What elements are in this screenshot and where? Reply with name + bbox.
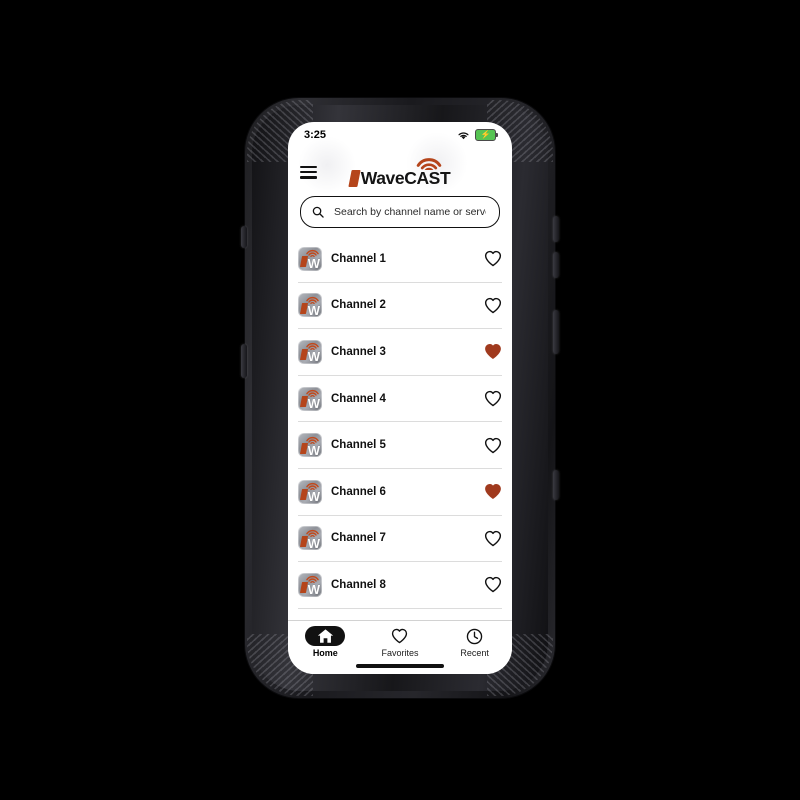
logo-wifi-arcs-icon [417,157,442,170]
nav-icon-pill [380,626,420,646]
hamburger-line-3 [300,175,317,179]
side-button-power[interactable] [553,310,559,354]
battery-charging-icon: ⚡ [475,129,498,141]
wifi-icon [458,131,469,139]
channel-name: Channel 6 [331,485,386,498]
channel-name: Channel 7 [331,532,386,545]
channel-row[interactable]: W Channel 6 [298,469,502,516]
channel-w-glyph: W [307,256,320,271]
wavecast-channel-icon: W [298,479,322,504]
app-header: WaveCAST [288,148,512,196]
heart-outline-icon [484,577,501,593]
channel-row[interactable]: W Channel 5 [298,422,502,469]
clock-icon [466,628,483,644]
nav-item-label: Recent [460,648,489,658]
channel-row[interactable]: W Channel 8 [298,562,502,609]
channel-name: Channel 3 [331,345,386,358]
status-indicators: ⚡ [457,129,498,141]
channel-row[interactable]: W Channel 3 [298,329,502,376]
channel-w-glyph: W [307,535,320,551]
channel-row[interactable]: W Channel 7 [298,516,502,563]
nav-item-home[interactable]: Home [294,626,356,658]
channel-row[interactable]: W Channel 2 [298,283,502,330]
nav-item-favorites[interactable]: Favorites [369,626,431,658]
favorite-toggle-button[interactable] [483,249,502,268]
nav-item-label: Favorites [381,648,419,658]
side-button-extra[interactable] [553,470,559,500]
home-indicator [288,658,512,674]
channel-w-glyph: W [307,349,320,364]
side-button-volume-up[interactable] [553,216,559,242]
heart-outline-icon [484,251,501,267]
wavecast-channel-icon: W [298,339,322,364]
wavecast-channel-icon: W [298,572,322,597]
favorite-toggle-button[interactable] [483,529,502,548]
search-container [288,196,512,236]
home-icon [317,629,333,643]
heart-icon [392,628,408,644]
hamburger-menu-icon[interactable] [300,165,317,179]
channel-name: Channel 8 [331,578,386,591]
favorite-toggle-button[interactable] [483,575,502,594]
hamburger-line-1 [300,165,317,169]
app-logo: WaveCAST [288,157,512,188]
channel-w-glyph: W [307,302,320,318]
channel-w-glyph: W [307,396,320,411]
favorite-toggle-button[interactable] [483,389,502,408]
heart-outline-icon [484,297,501,314]
wavecast-parallelogram-icon [348,169,361,187]
side-button-volume-down[interactable] [553,252,559,278]
channel-list[interactable]: W Channel 1 W Channel 2 W Channel 3 W Channel 4… [288,236,512,620]
battery-bolt-glyph: ⚡ [480,130,491,139]
favorite-toggle-button[interactable] [483,342,502,361]
heart-outline-icon [484,390,501,407]
nav-icon-pill [305,626,346,646]
screenshot-stage: 3:25 ⚡ WaveCAST Search by channel name o… [0,0,800,800]
hamburger-line-2 [300,170,317,174]
channel-name: Channel 2 [331,299,386,312]
channel-w-glyph: W [307,442,320,458]
wavecast-channel-icon: W [298,246,322,271]
status-time: 3:25 [304,129,327,141]
nav-icon-pill [455,626,495,646]
channel-name: Channel 4 [331,392,386,405]
channel-row[interactable]: W Channel 4 [298,376,502,423]
channel-row[interactable]: W Channel 1 [298,236,502,283]
app-title: WaveCAST [360,167,451,188]
wavecast-channel-icon: W [298,526,322,551]
wavecast-channel-icon: W [298,386,322,411]
search-box[interactable] [300,196,500,228]
channel-w-glyph: W [307,489,320,504]
nav-item-label: Home [312,648,338,658]
side-button-mute[interactable] [241,226,247,248]
side-button-assistant[interactable] [241,344,247,378]
channel-w-glyph: W [307,582,320,597]
phone-screen: 3:25 ⚡ WaveCAST Search by channel name o… [288,122,512,674]
heart-filled-icon [484,484,501,500]
wavecast-channel-icon: W [298,293,322,318]
search-icon [312,206,324,218]
nav-item-recent[interactable]: Recent [444,626,506,658]
heart-outline-icon [484,437,501,453]
heart-outline-icon [484,530,501,547]
channel-name: Channel 5 [331,439,386,452]
favorite-toggle-button[interactable] [483,296,502,315]
wavecast-channel-icon: W [298,433,322,458]
search-input[interactable] [332,205,488,219]
favorite-toggle-button[interactable] [483,482,502,501]
favorite-toggle-button[interactable] [483,436,502,455]
bottom-navigation[interactable]: Home Favorites Recent [288,620,512,658]
heart-filled-icon [484,344,501,360]
channel-name: Channel 1 [331,252,386,265]
status-bar: 3:25 ⚡ [288,122,512,148]
